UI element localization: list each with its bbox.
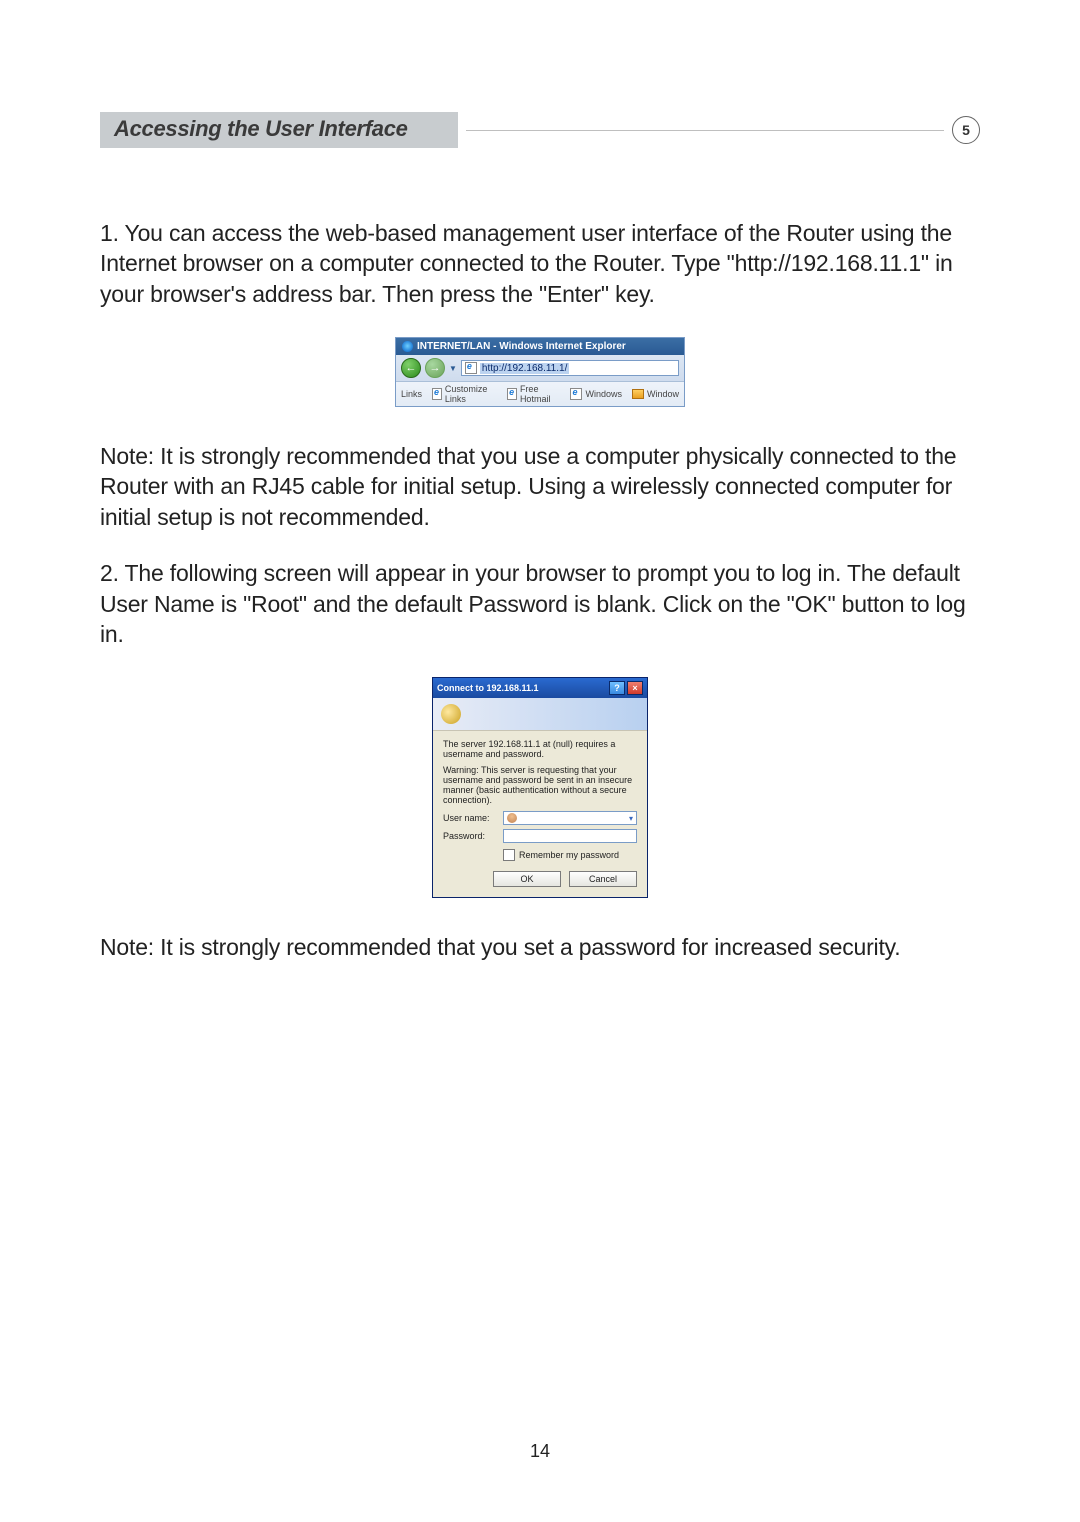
page-number: 14	[0, 1441, 1080, 1462]
auth-dialog: Connect to 192.168.11.1 ? × The server 1…	[432, 677, 648, 898]
browser-toolbar: ← → ▼ http://192.168.11.1/	[396, 355, 684, 382]
password-label: Password:	[443, 831, 503, 841]
mail-icon	[632, 389, 644, 399]
cancel-button[interactable]: Cancel	[569, 871, 637, 887]
note-2-text: Note: It is strongly recommended that yo…	[100, 932, 980, 962]
link-window2[interactable]: Window	[632, 389, 679, 399]
history-dropdown-icon[interactable]: ▼	[449, 364, 457, 373]
page-icon	[465, 362, 477, 374]
page-icon	[432, 388, 442, 400]
figure-browser-bar: INTERNET/LAN - Windows Internet Explorer…	[100, 337, 980, 407]
page-icon	[507, 388, 517, 400]
address-bar[interactable]: http://192.168.11.1/	[461, 360, 679, 376]
remember-checkbox[interactable]	[503, 849, 515, 861]
note-1-text: Note: It is strongly recommended that yo…	[100, 441, 980, 532]
close-button[interactable]: ×	[627, 681, 643, 695]
step-2-text: 2. The following screen will appear in y…	[100, 558, 980, 649]
figure-auth-dialog: Connect to 192.168.11.1 ? × The server 1…	[100, 677, 980, 898]
section-rule	[466, 130, 944, 131]
dialog-banner	[433, 698, 647, 731]
dialog-msg-1: The server 192.168.11.1 at (null) requir…	[443, 739, 637, 759]
back-button[interactable]: ←	[401, 358, 421, 378]
help-button[interactable]: ?	[609, 681, 625, 695]
username-label: User name:	[443, 813, 503, 823]
browser-window-title: INTERNET/LAN - Windows Internet Explorer	[417, 341, 626, 352]
dialog-title-text: Connect to 192.168.11.1	[437, 683, 539, 693]
username-input[interactable]: ▾	[503, 811, 637, 825]
dialog-body: The server 192.168.11.1 at (null) requir…	[433, 731, 647, 897]
link-windows[interactable]: Windows	[570, 388, 622, 400]
browser-window: INTERNET/LAN - Windows Internet Explorer…	[395, 337, 685, 407]
links-toolbar: Links Customize Links Free Hotmail Windo…	[396, 382, 684, 406]
ok-button[interactable]: OK	[493, 871, 561, 887]
ie-icon	[402, 341, 413, 352]
link-hotmail[interactable]: Free Hotmail	[507, 384, 560, 404]
forward-button[interactable]: →	[425, 358, 445, 378]
remember-label: Remember my password	[519, 850, 619, 860]
section-title: Accessing the User Interface	[100, 112, 458, 148]
page-icon	[570, 388, 582, 400]
link-customize[interactable]: Customize Links	[432, 384, 497, 404]
password-input[interactable]	[503, 829, 637, 843]
section-number: 5	[952, 116, 980, 144]
links-label: Links	[401, 389, 422, 399]
browser-titlebar: INTERNET/LAN - Windows Internet Explorer	[396, 338, 684, 355]
step-1-text: 1. You can access the web-based manageme…	[100, 218, 980, 309]
user-icon	[507, 813, 517, 823]
dialog-msg-2: Warning: This server is requesting that …	[443, 765, 637, 805]
url-text: http://192.168.11.1/	[480, 363, 569, 374]
section-header: Accessing the User Interface 5	[100, 112, 980, 148]
keys-icon	[438, 701, 464, 727]
chevron-down-icon[interactable]: ▾	[629, 814, 633, 823]
dialog-titlebar: Connect to 192.168.11.1 ? ×	[433, 678, 647, 698]
manual-page: Accessing the User Interface 5 1. You ca…	[0, 0, 1080, 1522]
